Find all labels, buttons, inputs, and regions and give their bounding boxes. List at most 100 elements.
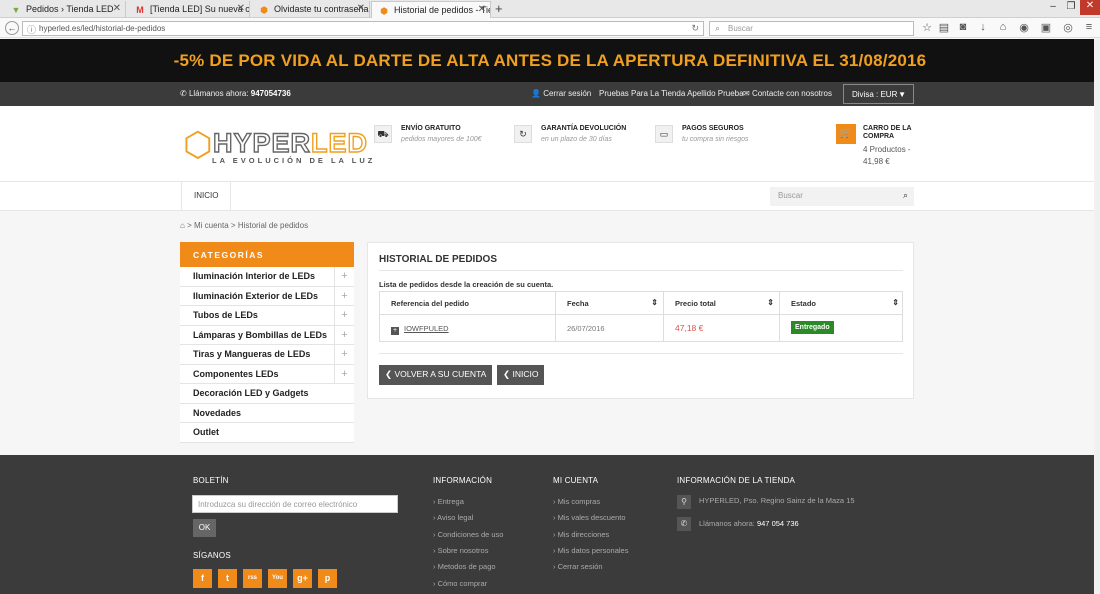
envelope-icon: ✉ bbox=[743, 89, 750, 98]
page-scrollbar[interactable] bbox=[1094, 39, 1100, 594]
footer-link[interactable]: › Cómo comprar bbox=[433, 579, 487, 588]
expand-plus-icon[interactable]: + bbox=[334, 364, 354, 384]
sidebar-category-label: Novedades bbox=[193, 407, 242, 418]
expand-plus-icon[interactable]: + bbox=[334, 267, 354, 286]
youtube-icon[interactable]: You bbox=[268, 569, 287, 588]
footer-link[interactable]: › Mis datos personales bbox=[553, 546, 628, 555]
download-icon[interactable]: ↓ bbox=[976, 21, 990, 33]
column-header[interactable]: Referencia del pedido bbox=[380, 292, 556, 314]
google-plus-icon[interactable]: g+ bbox=[293, 569, 312, 588]
browser-tab[interactable]: ⬢ Olvidaste tu contraseña - ... ✕ bbox=[252, 1, 370, 18]
search-icon[interactable]: ⌕ bbox=[903, 190, 908, 201]
order-ref-cell: + IOWFPULED bbox=[380, 315, 556, 341]
newsletter-email-input[interactable]: Introduzca su dirección de correo electr… bbox=[192, 495, 398, 513]
sort-icon[interactable]: ⇕ bbox=[767, 298, 774, 307]
footer-link[interactable]: › Condiciones de uso bbox=[433, 530, 503, 539]
pocket-icon[interactable]: ◙ bbox=[956, 21, 970, 33]
expand-plus-icon[interactable]: + bbox=[334, 306, 354, 325]
bookmark-star-icon[interactable]: ☆ bbox=[920, 21, 934, 34]
reading-list-icon[interactable]: ▤ bbox=[937, 21, 951, 34]
close-tab-icon[interactable]: ✕ bbox=[357, 3, 365, 14]
close-window-icon[interactable]: ✕ bbox=[1080, 0, 1100, 15]
browser-tab[interactable]: ▼ Pedidos › Tienda LED ✕ bbox=[4, 1, 126, 18]
sidebar-category-item[interactable]: Outlet bbox=[180, 423, 354, 443]
currency-select[interactable]: Divisa : EUR ▼ bbox=[843, 84, 914, 104]
contact-link[interactable]: ✉ Contacte con nosotros bbox=[743, 89, 832, 98]
minimize-icon[interactable]: – bbox=[1044, 1, 1062, 12]
browser-search-placeholder: Buscar bbox=[728, 24, 753, 33]
order-history-panel: HISTORIAL DE PEDIDOS Lista de pedidos de… bbox=[367, 242, 914, 399]
column-header[interactable]: Estado ⇕ bbox=[780, 292, 904, 314]
restore-icon[interactable]: ❐ bbox=[1062, 1, 1080, 12]
browser-tab[interactable]: M [Tienda LED] Su nueva cla... ✕ bbox=[128, 1, 250, 18]
sidebar-category-item[interactable]: Lámparas y Bombillas de LEDs + bbox=[180, 325, 354, 345]
pinterest-icon[interactable]: p bbox=[318, 569, 337, 588]
footer-link-label: Mis datos personales bbox=[557, 545, 629, 555]
column-header[interactable]: Fecha ⇕ bbox=[556, 292, 664, 314]
sync-icon[interactable]: ◎ bbox=[1061, 21, 1075, 34]
order-date: 26/07/2016 bbox=[556, 315, 664, 341]
sort-icon[interactable]: ⇕ bbox=[892, 298, 899, 307]
breadcrumb-account-link[interactable]: Mi cuenta bbox=[194, 221, 229, 230]
mask-icon[interactable]: ◉ bbox=[1017, 21, 1031, 34]
sidebar-category-item[interactable]: Novedades bbox=[180, 404, 354, 423]
sort-icon[interactable]: ⇕ bbox=[651, 298, 658, 307]
close-tab-icon[interactable]: ✕ bbox=[478, 4, 486, 15]
tab-label: Pedidos › Tienda LED bbox=[26, 4, 114, 14]
home-icon[interactable]: ⌂ bbox=[996, 21, 1010, 33]
reload-icon[interactable]: ↻ bbox=[691, 23, 699, 34]
user-icon: 👤 bbox=[531, 89, 541, 98]
sidebar-category-item[interactable]: Tiras y Mangueras de LEDs + bbox=[180, 345, 354, 365]
expand-plus-icon[interactable]: + bbox=[334, 345, 354, 364]
site-search-input[interactable]: Buscar ⌕ bbox=[770, 187, 914, 206]
gmail-favicon-icon: M bbox=[136, 5, 144, 15]
account-link[interactable]: Pruebas Para La Tienda Apellido Prueba bbox=[599, 89, 744, 98]
sidebar-category-item[interactable]: Iluminación Exterior de LEDs + bbox=[180, 286, 354, 306]
close-tab-icon[interactable]: ✕ bbox=[237, 3, 245, 14]
expand-plus-icon[interactable]: + bbox=[334, 286, 354, 306]
url-bar[interactable]: ⓘ hyperled.es/led/historial-de-pedidos ↻ bbox=[22, 21, 704, 36]
chevron-left-icon: ❮ bbox=[385, 369, 393, 379]
home-icon[interactable]: ⌂ bbox=[180, 221, 185, 230]
breadcrumb-separator: > bbox=[230, 221, 236, 230]
facebook-icon[interactable]: f bbox=[193, 569, 212, 588]
footer-link[interactable]: › Mis direcciones bbox=[553, 530, 609, 539]
sidebar-category-item[interactable]: Componentes LEDs + bbox=[180, 364, 354, 384]
browser-tab-active[interactable]: ⬢ Historial de pedidos - Tien... ✕ bbox=[371, 1, 491, 18]
menu-home-link[interactable]: INICIO bbox=[181, 182, 232, 210]
logo[interactable]: ⬡ HYPERLED LA EVOLUCIÓN DE LA LUZ bbox=[183, 128, 383, 168]
rss-icon[interactable]: rss bbox=[243, 569, 262, 588]
sidebar-category-item[interactable]: Iluminación Interior de LEDs + bbox=[180, 267, 354, 287]
logout-link[interactable]: 👤 Cerrar sesión bbox=[531, 89, 591, 98]
refresh-icon: ↻ bbox=[514, 125, 532, 143]
back-to-account-button[interactable]: ❮ VOLVER A SU CUENTA bbox=[379, 365, 493, 385]
footer-link[interactable]: › Aviso legal bbox=[433, 513, 473, 522]
browser-search-input[interactable]: ⌕ Buscar bbox=[709, 21, 914, 36]
column-header-label: Referencia del pedido bbox=[391, 299, 469, 308]
footer-link[interactable]: › Mis vales descuento bbox=[553, 513, 626, 522]
screenshot-icon[interactable]: ▣ bbox=[1039, 21, 1053, 34]
home-button[interactable]: ❮ INICIO bbox=[497, 365, 545, 385]
expand-plus-icon[interactable]: + bbox=[391, 327, 399, 335]
footer-link[interactable]: › Sobre nosotros bbox=[433, 546, 488, 555]
order-ref-link[interactable]: IOWFPULED bbox=[404, 324, 449, 333]
footer-link[interactable]: › Entrega bbox=[433, 497, 464, 506]
back-icon[interactable]: ← bbox=[5, 21, 19, 35]
sidebar-category-item[interactable]: Tubos de LEDs + bbox=[180, 306, 354, 326]
footer-link[interactable]: › Mis compras bbox=[553, 497, 600, 506]
close-tab-icon[interactable]: ✕ bbox=[113, 3, 121, 14]
footer-link-label: Mis vales descuento bbox=[557, 513, 626, 523]
column-header[interactable]: Precio total ⇕ bbox=[664, 292, 780, 314]
breadcrumb-separator: > bbox=[187, 221, 192, 230]
newsletter-ok-button[interactable]: OK bbox=[193, 519, 216, 537]
expand-plus-icon[interactable]: + bbox=[334, 325, 354, 345]
new-tab-button[interactable]: + bbox=[495, 1, 503, 16]
footer-link[interactable]: › Metodos de pago bbox=[433, 562, 496, 571]
footer-link-label: Sobre nosotros bbox=[437, 545, 489, 555]
twitter-icon[interactable]: t bbox=[218, 569, 237, 588]
feature-subtitle: pedidos mayores de 100€ bbox=[401, 136, 482, 143]
feature-title: GARANTÍA DEVOLUCIÓN bbox=[541, 125, 627, 132]
sidebar-category-item[interactable]: Decoración LED y Gadgets bbox=[180, 384, 354, 404]
footer-link[interactable]: › Cerrar sesión bbox=[553, 562, 603, 571]
menu-icon[interactable]: ≡ bbox=[1082, 21, 1096, 33]
